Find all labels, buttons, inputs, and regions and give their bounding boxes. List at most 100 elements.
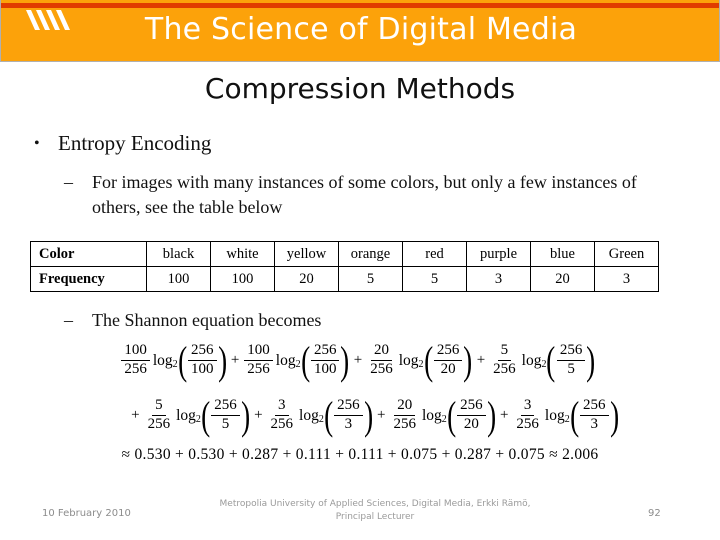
fraction-denominator: 256: [493, 361, 516, 377]
operator-plus: +: [377, 407, 386, 423]
fraction-denominator: 5: [567, 361, 575, 377]
cell-frequency-3: 5: [338, 266, 403, 292]
equation-term-5: 5 256 log2 ( 256 5 ): [144, 392, 250, 438]
paren-close-icon: ): [363, 392, 373, 438]
cell-color-2: yellow: [274, 241, 339, 267]
fraction-numerator: 20: [370, 342, 392, 361]
fraction-numerator: 256: [556, 342, 586, 361]
fraction-denominator: 256: [516, 416, 539, 432]
operator-plus: +: [499, 407, 509, 423]
log-symbol: log2: [421, 406, 447, 425]
log-symbol: log2: [275, 351, 301, 370]
operator-plus: +: [131, 407, 140, 423]
footer-page-number: 92: [648, 508, 661, 519]
fraction-denominator: 100: [313, 361, 337, 377]
paren-open-icon: (: [423, 337, 433, 383]
page-title: Compression Methods: [204, 72, 516, 105]
cell-color-6: blue: [530, 241, 595, 267]
fraction-coefficient: 5 256: [490, 342, 519, 378]
equation-line-1: 100 256 log2 ( 256 100 ) + 100 256 log2 …: [0, 333, 720, 388]
color-frequency-table: Color black white yellow orange red purp…: [30, 241, 659, 292]
paren-open-icon: (: [323, 392, 334, 438]
cell-color-3: orange: [338, 241, 403, 267]
paren-close-icon: ): [486, 392, 496, 438]
row-header-color: Color: [30, 241, 147, 267]
paren-open-icon: (: [300, 337, 310, 383]
equation-term-1: 100 256 log2 ( 256 100 ): [120, 337, 227, 383]
paren-close-icon: ): [240, 392, 250, 438]
fraction-coefficient: 100 256: [244, 342, 273, 378]
shannon-equation-block: 100 256 log2 ( 256 100 ) + 100 256 log2 …: [0, 333, 720, 464]
cell-frequency-1: 100: [210, 266, 275, 292]
fraction-log-argument: 256 20: [457, 397, 486, 433]
fraction-coefficient: 3 256: [513, 397, 542, 433]
fraction-denominator: 256: [147, 416, 171, 432]
fraction-numerator: 256: [310, 342, 340, 361]
cell-frequency-6: 20: [530, 266, 595, 292]
fraction-log-argument: 256 3: [580, 397, 609, 433]
fraction-numerator: 256: [188, 342, 217, 361]
operator-plus: +: [476, 352, 486, 368]
cell-color-7: Green: [594, 241, 659, 267]
footer-date: 10 February 2010: [42, 508, 131, 519]
fraction-denominator: 3: [344, 416, 353, 432]
fraction-log-argument: 256 20: [433, 342, 463, 378]
operator-plus: +: [353, 352, 363, 368]
equation-term-2: 100 256 log2 ( 256 100 ): [243, 337, 350, 383]
bullet-level3-text: The Shannon equation becomes: [92, 310, 322, 330]
fraction-numerator: 5: [497, 342, 512, 361]
header-banner: The Science of Digital Media: [0, 0, 720, 62]
fraction-coefficient: 5 256: [145, 397, 174, 433]
fraction-coefficient: 20 256: [367, 342, 396, 378]
fraction-coefficient: 100 256: [121, 342, 150, 378]
paren-close-icon: ): [217, 337, 227, 383]
dash-marker-icon: –: [64, 172, 73, 192]
equation-line-2: + 5 256 log2 ( 256 5 ) + 3 256 log2 ( 25…: [0, 388, 720, 443]
cell-color-5: purple: [466, 241, 531, 267]
cell-color-1: white: [210, 241, 275, 267]
equation-term-8: 3 256 log2 ( 256 3 ): [512, 392, 619, 438]
bullet-marker-icon: •: [34, 135, 40, 152]
table-row-colors: Color black white yellow orange red purp…: [30, 241, 659, 267]
fraction-log-argument: 256 100: [188, 342, 217, 378]
fraction-denominator: 256: [247, 361, 270, 377]
paren-open-icon: (: [546, 337, 556, 383]
log-symbol: log2: [398, 351, 424, 370]
fraction-denominator: 3: [590, 416, 599, 432]
fraction-numerator: 3: [520, 397, 535, 416]
cell-frequency-2: 20: [274, 266, 339, 292]
fraction-denominator: 100: [191, 361, 214, 377]
fraction-log-argument: 256 5: [211, 397, 240, 433]
fraction-denominator: 256: [393, 416, 416, 432]
equation-term-4: 5 256 log2 ( 256 5 ): [489, 337, 596, 383]
paren-open-icon: (: [446, 392, 456, 438]
operator-plus: +: [254, 407, 263, 423]
paren-close-icon: ): [609, 392, 619, 438]
fraction-numerator: 256: [334, 397, 363, 416]
fraction-denominator: 256: [124, 361, 147, 377]
bullet-level2-text: For images with many instances of some c…: [92, 172, 637, 217]
fraction-numerator: 20: [394, 397, 416, 416]
fraction-numerator: 3: [275, 397, 289, 416]
cell-color-0: black: [146, 241, 211, 267]
log-symbol: log2: [521, 351, 547, 370]
fraction-log-argument: 256 3: [334, 397, 363, 433]
fraction-numerator: 256: [580, 397, 609, 416]
log-symbol: log2: [299, 406, 324, 425]
fraction-denominator: 256: [370, 361, 393, 377]
paren-open-icon: (: [201, 392, 211, 438]
paren-close-icon: ): [586, 337, 596, 383]
cell-frequency-0: 100: [146, 266, 211, 292]
fraction-denominator: 20: [463, 416, 479, 432]
fraction-denominator: 5: [221, 416, 230, 432]
fraction-log-argument: 256 100: [310, 342, 340, 378]
bullet-level1-text: Entropy Encoding: [58, 131, 212, 155]
fraction-numerator: 256: [211, 397, 240, 416]
equation-term-3: 20 256 log2 ( 256 20 ): [366, 337, 472, 383]
dash-marker-icon-2: –: [64, 310, 73, 330]
table-row-frequencies: Frequency 100 100 20 5 5 3 20 3: [30, 266, 659, 292]
log-symbol: log2: [176, 406, 201, 425]
log-symbol: log2: [544, 406, 570, 425]
cell-color-4: red: [402, 241, 467, 267]
fraction-numerator: 256: [457, 397, 486, 416]
